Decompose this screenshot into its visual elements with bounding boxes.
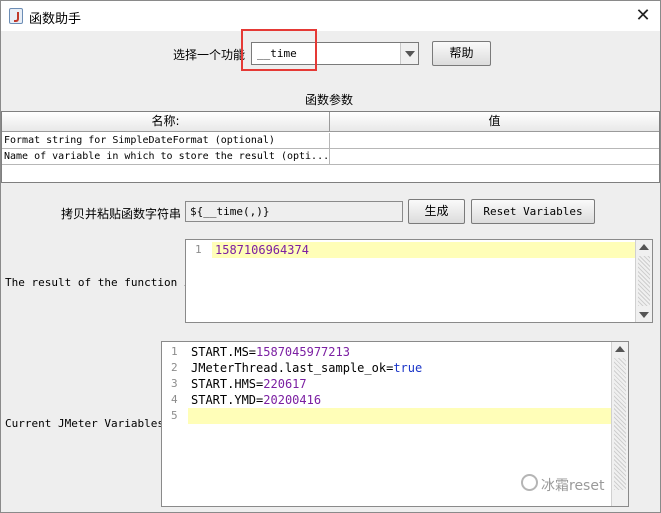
title-bar: 函数助手 ✕ [1,1,660,31]
table-row-name[interactable]: Format string for SimpleDateFormat (opti… [2,133,330,149]
java-app-icon [9,8,23,24]
function-helper-dialog: 函数助手 ✕ 选择一个功能 __time 帮助 函数参数 名称: 值 Forma… [0,0,661,513]
variable-line[interactable]: START.MS=1587045977213 [191,344,350,360]
function-string-field[interactable]: ${__time(,)} [185,201,403,222]
line-number: 4 [171,393,178,406]
result-text-area[interactable]: 1 1587106964374 [185,239,653,323]
wechat-logo-icon [521,474,538,491]
variables-label: Current JMeter Variables [5,417,164,430]
scroll-down-icon[interactable] [639,312,649,318]
variable-value: 220617 [263,377,307,391]
line-number: 1 [195,243,202,256]
variable-line[interactable]: START.HMS=220617 [191,376,307,392]
column-header-value[interactable]: 值 [330,112,659,132]
watermark: 冰霜reset [541,478,605,494]
scroll-up-icon[interactable] [615,346,625,352]
variable-key: JMeterThread.last_sample_ok [191,361,387,375]
column-header-name[interactable]: 名称: [2,112,330,132]
variable-key: START.YMD [191,393,257,407]
result-line[interactable]: 1587106964374 [212,242,636,258]
table-row-name[interactable]: Name of variable in which to store the r… [2,149,330,165]
variable-value: 20200416 [263,393,322,407]
line-number: 5 [171,409,178,422]
function-combobox-value: __time [257,47,297,60]
table-row-value[interactable] [330,149,659,165]
copy-function-label: 拷贝并粘贴函数字符串 [61,207,182,221]
result-label: The result of the function is [5,276,198,289]
help-button[interactable]: 帮助 [432,41,491,66]
line-number: 3 [171,377,178,390]
line-number: 1 [171,345,178,358]
table-row-value[interactable] [330,133,659,149]
result-scrollbar[interactable] [635,240,652,322]
parameters-table[interactable]: 名称: 值 Format string for SimpleDateFormat… [1,111,660,183]
scroll-track[interactable] [614,358,626,490]
close-icon[interactable]: ✕ [631,4,655,28]
generate-button[interactable]: 生成 [408,199,465,224]
chevron-down-icon[interactable] [400,43,418,64]
variable-value: 1587045977213 [256,345,350,359]
line-number-gutter: 1 [186,240,212,322]
function-string-value: ${__time(,)} [190,205,270,218]
variable-key: START.HMS [191,377,257,391]
function-combobox[interactable]: __time [251,42,419,65]
result-value: 1587106964374 [215,243,309,257]
variable-line[interactable]: START.YMD=20200416 [191,392,321,408]
scroll-track[interactable] [638,256,650,306]
scroll-up-icon[interactable] [639,244,649,250]
variable-value: true [393,361,423,375]
window-title: 函数助手 [29,12,82,27]
reset-variables-button[interactable]: Reset Variables [471,199,595,224]
variable-line-current[interactable] [188,408,612,424]
parameters-title: 函数参数 [305,93,354,107]
line-number: 2 [171,361,178,374]
equals-sign: = [248,345,257,359]
line-number-gutter: 1 2 3 4 5 [162,342,188,506]
variables-scrollbar[interactable] [611,342,628,506]
variable-line[interactable]: JMeterThread.last_sample_ok=true [191,360,422,376]
function-select-label: 选择一个功能 [173,48,246,62]
variable-key: START.MS [191,345,249,359]
